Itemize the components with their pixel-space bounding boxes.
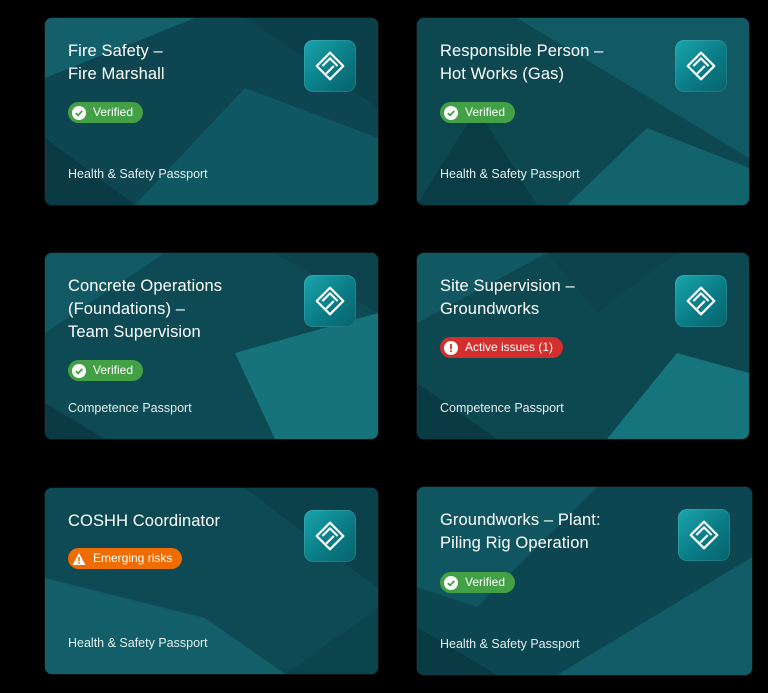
card-title-line: Concrete Operations (68, 277, 223, 295)
passport-card-groundworks-plant[interactable]: Groundworks – Plant: Piling Rig Operatio… (417, 487, 752, 675)
status-badge-label: Verified (465, 105, 506, 119)
passport-card-responsible-person[interactable]: Responsible Person – Hot Works (Gas) Ver… (417, 18, 749, 205)
status-badge-active-issues: Active issues (1) (440, 337, 564, 358)
passport-card-site-supervision[interactable]: Site Supervision – Groundworks Active is… (417, 253, 749, 439)
card-title-line: COSHH Coordinator (68, 512, 221, 530)
alert-circle-icon (444, 340, 458, 355)
passport-logo-icon (675, 40, 727, 92)
passport-type: Competence Passport (68, 401, 192, 415)
passport-type: Health & Safety Passport (440, 167, 580, 181)
passport-card-fire-safety[interactable]: Fire Safety – Fire Marshall Verified Hea… (45, 18, 378, 205)
passport-logo-icon (304, 275, 356, 327)
status-badge-label: Verified (93, 363, 134, 377)
card-title-line: Team Supervision (68, 323, 201, 341)
status-badge-verified: Verified (68, 102, 144, 123)
passport-type: Health & Safety Passport (68, 636, 208, 650)
status-badge-label: Emerging risks (93, 551, 173, 565)
card-title: Groundworks – Plant: Piling Rig Operatio… (440, 509, 660, 555)
card-title: Responsible Person – Hot Works (Gas) (440, 40, 660, 86)
passport-type: Competence Passport (440, 401, 564, 415)
card-title-line: Fire Safety – (68, 42, 163, 60)
status-badge-emerging-risks: Emerging risks (68, 548, 183, 569)
check-circle-icon (72, 363, 86, 378)
status-badge-label: Active issues (1) (465, 340, 554, 354)
check-circle-icon (72, 105, 86, 120)
status-badge-verified: Verified (68, 360, 144, 381)
card-title: COSHH Coordinator (68, 510, 288, 533)
passport-card-coshh-coordinator[interactable]: COSHH Coordinator Emerging risks Health … (45, 488, 378, 674)
passport-logo-icon (304, 510, 356, 562)
passport-type: Health & Safety Passport (68, 167, 208, 181)
check-circle-icon (444, 575, 458, 590)
passport-logo-icon (675, 275, 727, 327)
passport-card-concrete-operations[interactable]: Concrete Operations (Foundations) – Team… (45, 253, 378, 439)
card-title-line: Hot Works (Gas) (440, 65, 565, 83)
warning-triangle-icon (72, 552, 86, 566)
status-badge-label: Verified (93, 105, 134, 119)
card-title-line: Groundworks – Plant: (440, 511, 601, 529)
card-title-line: Groundworks (440, 300, 540, 318)
card-title-line: Piling Rig Operation (440, 534, 589, 552)
status-badge-label: Verified (465, 575, 506, 589)
card-title: Concrete Operations (Foundations) – Team… (68, 275, 288, 344)
card-title-line: Fire Marshall (68, 65, 165, 83)
status-badge-verified: Verified (440, 572, 516, 593)
status-badge-verified: Verified (440, 102, 516, 123)
passport-logo-icon (678, 509, 730, 561)
passport-type: Health & Safety Passport (440, 637, 580, 651)
passport-logo-icon (304, 40, 356, 92)
check-circle-icon (444, 105, 458, 120)
card-title: Site Supervision – Groundworks (440, 275, 660, 321)
card-title-line: Responsible Person – (440, 42, 604, 60)
card-title: Fire Safety – Fire Marshall (68, 40, 288, 86)
card-title-line: Site Supervision – (440, 277, 575, 295)
card-title-line: (Foundations) – (68, 300, 186, 318)
